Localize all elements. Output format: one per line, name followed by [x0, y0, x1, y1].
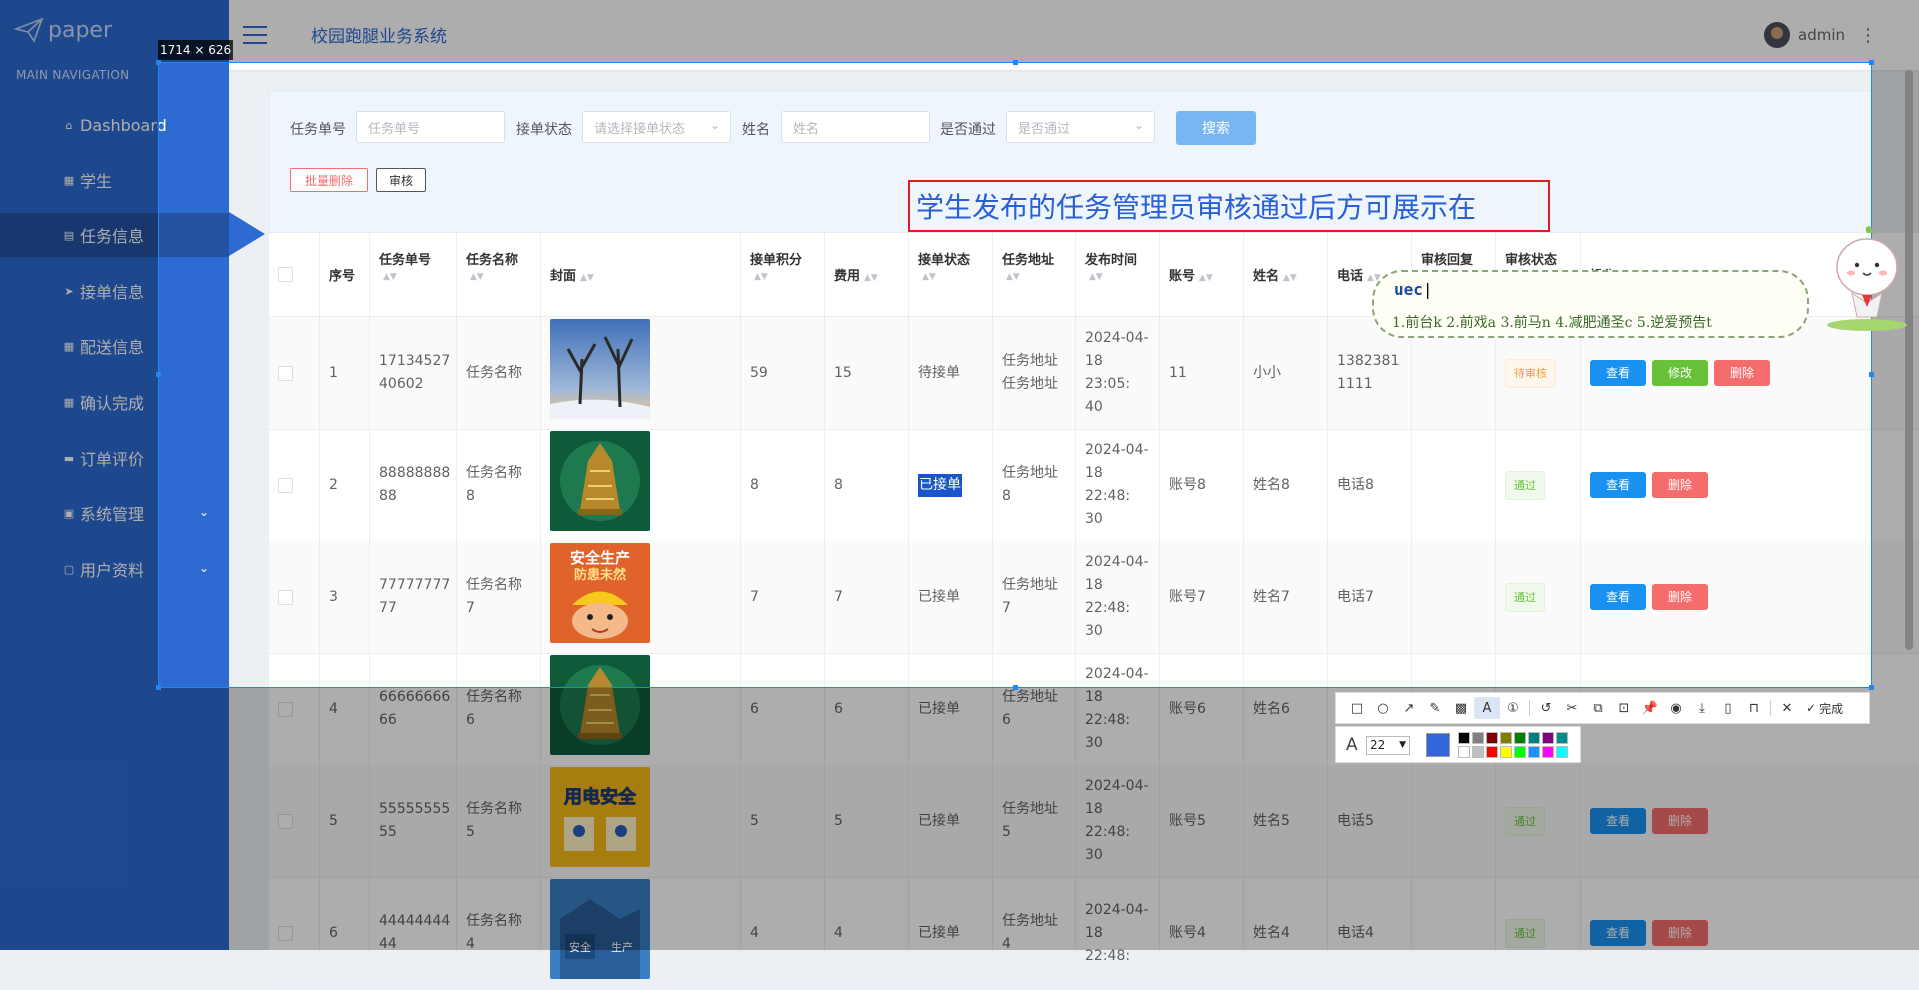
resize-handle[interactable] [156, 685, 161, 690]
color-swatch[interactable] [1472, 746, 1484, 758]
color-palette [1458, 732, 1569, 759]
phone-icon[interactable]: ▯ [1715, 697, 1741, 719]
ocr-icon[interactable]: ⧉ [1585, 697, 1611, 719]
ellipse-tool-icon[interactable]: ○ [1370, 697, 1396, 719]
text-style-toolbar: A 22 ▼ [1335, 726, 1581, 763]
check-icon: ✓ [1806, 701, 1817, 715]
color-swatch[interactable] [1528, 746, 1540, 758]
resize-handle[interactable] [1869, 372, 1874, 377]
arrow-tool-icon[interactable]: ↗ [1396, 697, 1422, 719]
color-swatch[interactable] [1500, 732, 1512, 744]
color-swatch[interactable] [1458, 732, 1470, 744]
color-swatch[interactable] [1556, 732, 1568, 744]
color-swatch[interactable] [1458, 746, 1470, 758]
pen-tool-icon[interactable]: ✎ [1422, 697, 1448, 719]
bookmark-icon[interactable]: ⊓ [1741, 697, 1767, 719]
color-swatch[interactable] [1514, 732, 1526, 744]
ime-mascot-icon [1827, 226, 1907, 331]
ime-composition-text: uec [1394, 280, 1423, 299]
color-swatch[interactable] [1514, 746, 1526, 758]
color-swatch[interactable] [1486, 732, 1498, 744]
done-button[interactable]: ✓ 完成 [1806, 700, 1843, 717]
download-icon[interactable]: ⤓ [1689, 697, 1715, 719]
screenshot-dim-overlay [0, 688, 1919, 950]
color-swatch[interactable] [1500, 746, 1512, 758]
ime-composition: uec| [1394, 280, 1433, 299]
resize-handle[interactable] [1013, 60, 1018, 65]
resize-handle[interactable] [156, 372, 161, 377]
resize-handle[interactable] [156, 60, 161, 65]
color-swatch[interactable] [1486, 746, 1498, 758]
current-color-swatch[interactable] [1426, 733, 1450, 757]
text-tool-icon[interactable]: A [1474, 697, 1500, 719]
close-icon[interactable]: ✕ [1774, 697, 1800, 719]
font-size-select[interactable]: 22 ▼ [1366, 736, 1410, 755]
color-swatch[interactable] [1542, 732, 1554, 744]
font-size-value: 22 [1370, 738, 1386, 752]
screenshot-dim-overlay [1872, 62, 1919, 688]
clear-icon[interactable]: ✂ [1559, 697, 1585, 719]
undo-icon[interactable]: ↺ [1533, 697, 1559, 719]
screenshot-dim-overlay [0, 0, 1919, 62]
text-annotation[interactable]: 学生发布的任务管理员审核通过后方可展示在 [908, 180, 1550, 232]
record-icon[interactable]: ◉ [1663, 697, 1689, 719]
color-swatch[interactable] [1528, 732, 1540, 744]
divider [1529, 700, 1530, 716]
screenshot-dim-overlay [0, 62, 158, 688]
rectangle-tool-icon[interactable]: □ [1344, 697, 1370, 719]
screenshot-toolbar: □ ○ ↗ ✎ ▩ A ① ↺ ✂ ⧉ ⊡ 📌 ◉ ⤓ ▯ ⊓ ✕ ✓ 完成 [1335, 692, 1870, 724]
font-icon: A [1346, 735, 1358, 755]
color-swatch[interactable] [1542, 746, 1554, 758]
number-tool-icon[interactable]: ① [1500, 697, 1526, 719]
chevron-down-icon: ▼ [1399, 740, 1406, 750]
mosaic-tool-icon[interactable]: ▩ [1448, 697, 1474, 719]
resize-handle[interactable] [1013, 685, 1018, 690]
selection-size-label: 1714 × 626 [158, 40, 234, 60]
scan-icon[interactable]: ⊡ [1611, 697, 1637, 719]
selection-frame[interactable] [158, 62, 1872, 688]
divider [1770, 700, 1771, 716]
color-swatch[interactable] [1472, 732, 1484, 744]
done-label: 完成 [1819, 701, 1844, 716]
ime-candidates[interactable]: 1.前台k 2.前戏a 3.前马n 4.减肥通圣c 5.逆爱预告t [1392, 312, 1712, 332]
pin-icon[interactable]: 📌 [1637, 697, 1663, 719]
ime-candidate-window: uec| 1.前台k 2.前戏a 3.前马n 4.减肥通圣c 5.逆爱预告t [1372, 270, 1809, 338]
annotation-text: 学生发布的任务管理员审核通过后方可展示在 [916, 191, 1477, 224]
color-swatch[interactable] [1556, 746, 1568, 758]
resize-handle[interactable] [1869, 685, 1874, 690]
resize-handle[interactable] [1869, 60, 1874, 65]
